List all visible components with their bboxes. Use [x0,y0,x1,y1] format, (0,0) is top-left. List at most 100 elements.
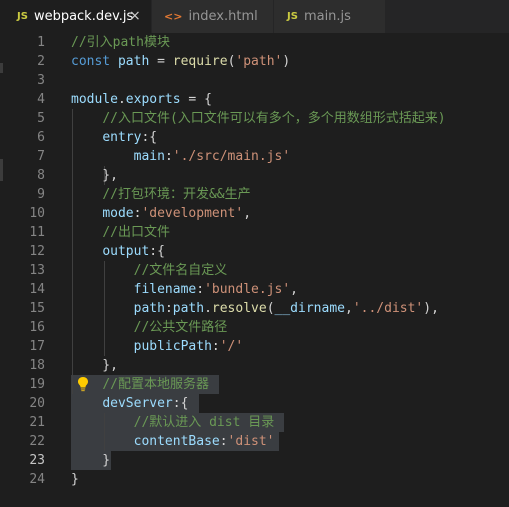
code-text: contentBase:'dist' [71,432,275,451]
code-token: : [196,282,205,297]
code-text: const path = require('path') [71,52,290,71]
line-number: 17 [29,339,45,354]
line-number: 16 [29,320,45,335]
code-line[interactable]: 24} [0,470,509,489]
code-token: //打包环境：开发&&生产 [102,187,251,202]
tab-label: main.js [303,9,351,24]
line-number: 15 [29,301,45,316]
code-line[interactable]: 15 path:path.resolve(__dirname,'../dist'… [0,299,509,318]
code-token: 'development' [141,206,244,221]
code-line[interactable]: 11 //出口文件 [0,223,509,242]
code-token: :{ [149,244,165,259]
code-line[interactable]: 4 module.exports = { [0,90,509,109]
code-line[interactable]: 7 main:'./src/main.js' [0,147,509,166]
code-line[interactable]: 17 publicPath:'/' [0,337,509,356]
code-token: entry [102,130,142,145]
code-editor-window: JS webpack.dev.js × <> index.html JS mai… [0,0,509,507]
code-token: //出口文件 [102,225,170,240]
code-line[interactable]: 3 [0,71,509,90]
code-text: devServer:{ [71,394,188,413]
code-text: //默认进入 dist 目录 [71,413,275,432]
line-number: 2 [37,54,45,69]
code-text: filename:'bundle.js', [71,280,298,299]
code-token: 'bundle.js' [204,282,291,297]
code-line[interactable]: 20 devServer:{ [0,394,509,413]
code-text: path:path.resolve(__dirname,'../dist'), [71,299,439,318]
code-line[interactable]: 2 const path = require('path') [0,52,509,71]
line-number: 21 [29,415,45,430]
code-line[interactable]: 1 //引入path模块 [0,33,509,52]
code-line[interactable]: 18 }, [0,356,509,375]
code-token: , [344,301,353,316]
tab-label: webpack.dev.js [33,9,134,24]
code-line[interactable]: 22 contentBase:'dist' [0,432,509,451]
code-token: './src/main.js' [172,149,291,164]
line-number: 13 [29,263,45,278]
code-text: //入口文件(入口文件可以有多个，多个用数组形式括起来) [71,109,445,128]
code-token: contentBase [133,434,220,449]
code-token: const [71,54,111,69]
code-text: //配置本地服务器 [71,375,209,394]
code-token: ), [423,301,439,316]
code-text: //出口文件 [71,223,170,242]
code-token: : [164,149,173,164]
line-number: 1 [37,35,45,50]
line-number: 11 [29,225,45,240]
line-number: 23 [29,453,45,468]
js-file-icon: JS [287,10,298,22]
code-line[interactable]: 8 }, [0,166,509,185]
line-number: 22 [29,434,45,449]
code-text: } [71,451,110,470]
code-text: } [71,470,79,489]
tab-main-js[interactable]: JS main.js [274,0,386,33]
tab-webpack-dev-js[interactable]: JS webpack.dev.js × [0,0,152,33]
code-token: //配置本地服务器 [102,377,209,392]
code-token: . [204,301,212,316]
code-text: publicPath:'/' [71,337,244,356]
line-number: 19 [29,377,45,392]
code-area[interactable]: 1 //引入path模块 2 const path = require('path')… [0,33,509,507]
code-line[interactable]: 14 filename:'bundle.js', [0,280,509,299]
code-token: , [243,206,252,221]
code-token: publicPath [133,339,212,354]
code-token: //引入path模块 [71,35,170,50]
tab-index-html[interactable]: <> index.html [152,0,274,33]
code-line[interactable]: 16 //公共文件路径 [0,318,509,337]
code-text: }, [71,166,118,185]
close-icon[interactable]: × [129,9,141,23]
code-token: require [172,54,228,69]
code-line[interactable]: 23 } [0,451,509,470]
line-number: 6 [37,130,45,145]
code-line[interactable]: 13 //文件名自定义 [0,261,509,280]
code-token: ( [266,301,275,316]
code-line[interactable]: 6 entry:{ [0,128,509,147]
line-number: 5 [37,111,45,126]
code-line[interactable]: 10 mode:'development', [0,204,509,223]
code-line[interactable]: 9 //打包环境：开发&&生产 [0,185,509,204]
code-line[interactable]: 21 //默认进入 dist 目录 [0,413,509,432]
line-number: 10 [29,206,45,221]
html-file-icon: <> [164,10,183,23]
line-number: 4 [37,92,45,107]
code-token: :{ [172,396,189,411]
code-token: : [211,339,220,354]
code-token: = { [180,92,212,107]
code-text: //打包环境：开发&&生产 [71,185,251,204]
code-line[interactable]: 5 //入口文件(入口文件可以有多个，多个用数组形式括起来) [0,109,509,128]
code-token: output [102,244,150,259]
code-line[interactable]: 12 output:{ [0,242,509,261]
code-token: 'dist' [227,434,275,449]
code-text: main:'./src/main.js' [71,147,291,166]
code-line[interactable]: 19 //配置本地服务器 [0,375,509,394]
code-token: __dirname [274,301,345,316]
